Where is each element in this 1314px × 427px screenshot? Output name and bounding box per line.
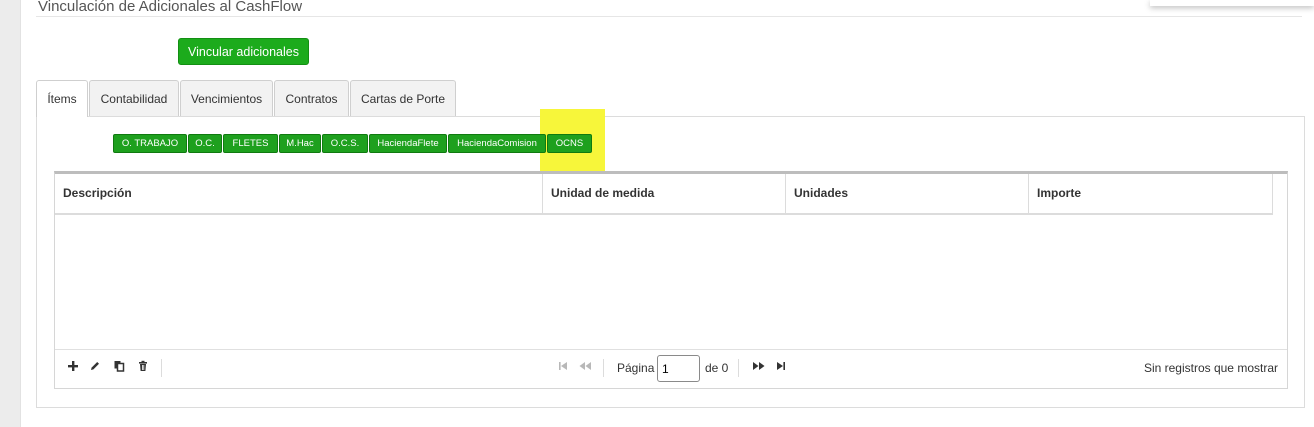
chip-hacienda-comision[interactable]: HaciendaComision	[448, 134, 546, 153]
vincular-adicionales-button[interactable]: Vincular adicionales	[178, 38, 309, 65]
toolbar-separator	[161, 359, 162, 377]
chip-o-trabajo[interactable]: O. TRABAJO	[113, 134, 187, 153]
delete-icon[interactable]	[135, 360, 151, 376]
pager-separator	[603, 359, 604, 377]
tab-contabilidad[interactable]: Contabilidad	[89, 80, 179, 116]
tab-cartas-de-porte[interactable]: Cartas de Porte	[350, 80, 456, 116]
left-sidebar-strip	[0, 0, 21, 427]
tab-vencimientos[interactable]: Vencimientos	[180, 80, 273, 116]
edit-icon[interactable]	[87, 360, 103, 376]
chip-hacienda-flete[interactable]: HaciendaFlete	[369, 134, 447, 153]
page-number-input[interactable]	[657, 355, 700, 382]
page-count-label: de 0	[705, 361, 729, 375]
first-page-icon[interactable]	[555, 360, 571, 376]
dropdown-shadow	[1150, 0, 1314, 6]
title-divider	[36, 16, 1302, 17]
chip-oc[interactable]: O.C.	[188, 134, 222, 153]
tab-contratos[interactable]: Contratos	[274, 80, 349, 116]
chip-mhac[interactable]: M.Hac	[279, 134, 321, 153]
chip-ocns[interactable]: OCNS	[547, 134, 592, 153]
last-page-icon[interactable]	[773, 360, 789, 376]
page-title: Vinculación de Adicionales al CashFlow	[38, 0, 303, 15]
chip-fletes[interactable]: FLETES	[223, 134, 278, 153]
grid-pager: Página de 0 Sin registros que mostrar	[55, 349, 1287, 390]
records-status: Sin registros que mostrar	[1143, 361, 1278, 375]
column-header-unidades[interactable]: Unidades	[786, 174, 1029, 213]
next-page-icon[interactable]	[751, 360, 767, 376]
page-label: Página	[617, 361, 655, 375]
column-header-unidad-de-medida[interactable]: Unidad de medida	[543, 174, 786, 213]
copy-icon[interactable]	[111, 360, 127, 376]
add-icon[interactable]	[65, 360, 81, 376]
tab-items[interactable]: Ítems	[36, 80, 88, 117]
chip-ocs[interactable]: O.C.S.	[322, 134, 368, 153]
items-grid: Descripción Unidad de medida Unidades Im…	[54, 171, 1288, 389]
grid-header: Descripción Unidad de medida Unidades Im…	[55, 174, 1273, 215]
column-header-descripcion[interactable]: Descripción	[55, 174, 543, 213]
prev-page-icon[interactable]	[577, 360, 593, 376]
column-header-importe[interactable]: Importe	[1029, 174, 1273, 213]
pager-separator-2	[738, 359, 739, 377]
